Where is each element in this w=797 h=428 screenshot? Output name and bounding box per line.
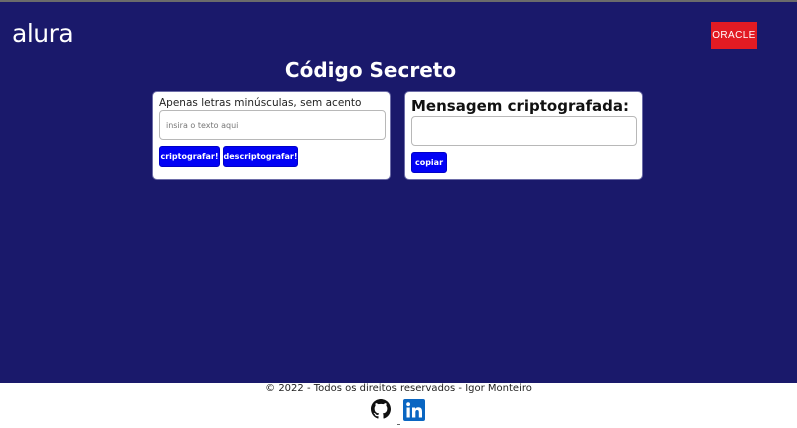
page-title: Código Secreto: [284, 58, 457, 82]
footer-divider: [397, 424, 400, 425]
linkedin-icon[interactable]: [403, 399, 425, 421]
encrypt-button[interactable]: criptografar!: [159, 146, 220, 167]
oracle-logo: ORACLE: [711, 22, 757, 49]
text-input-box: [159, 110, 386, 140]
decrypt-button[interactable]: descriptografar!: [223, 146, 298, 167]
github-icon-graphic: [371, 399, 391, 419]
copy-button[interactable]: copiar: [411, 152, 447, 173]
output-field[interactable]: [412, 117, 636, 145]
alura-logo: alura: [12, 19, 74, 48]
footer: © 2022 - Todos os direitos reservados - …: [0, 383, 797, 428]
result-card: Mensagem criptografada: copiar: [404, 91, 643, 180]
main-area: alura ORACLE Código Secreto Apenas letra…: [0, 2, 797, 383]
encrypt-card: Apenas letras minúsculas, sem acento cri…: [152, 91, 391, 180]
text-input[interactable]: [160, 111, 385, 139]
input-hint: Apenas letras minúsculas, sem acento: [159, 97, 362, 109]
linkedin-icon-graphic: [403, 399, 425, 421]
copyright-text: © 2022 - Todos os direitos reservados - …: [265, 383, 532, 394]
result-title: Mensagem criptografada:: [411, 97, 629, 115]
github-icon[interactable]: [371, 399, 391, 419]
output-box: [411, 116, 637, 146]
